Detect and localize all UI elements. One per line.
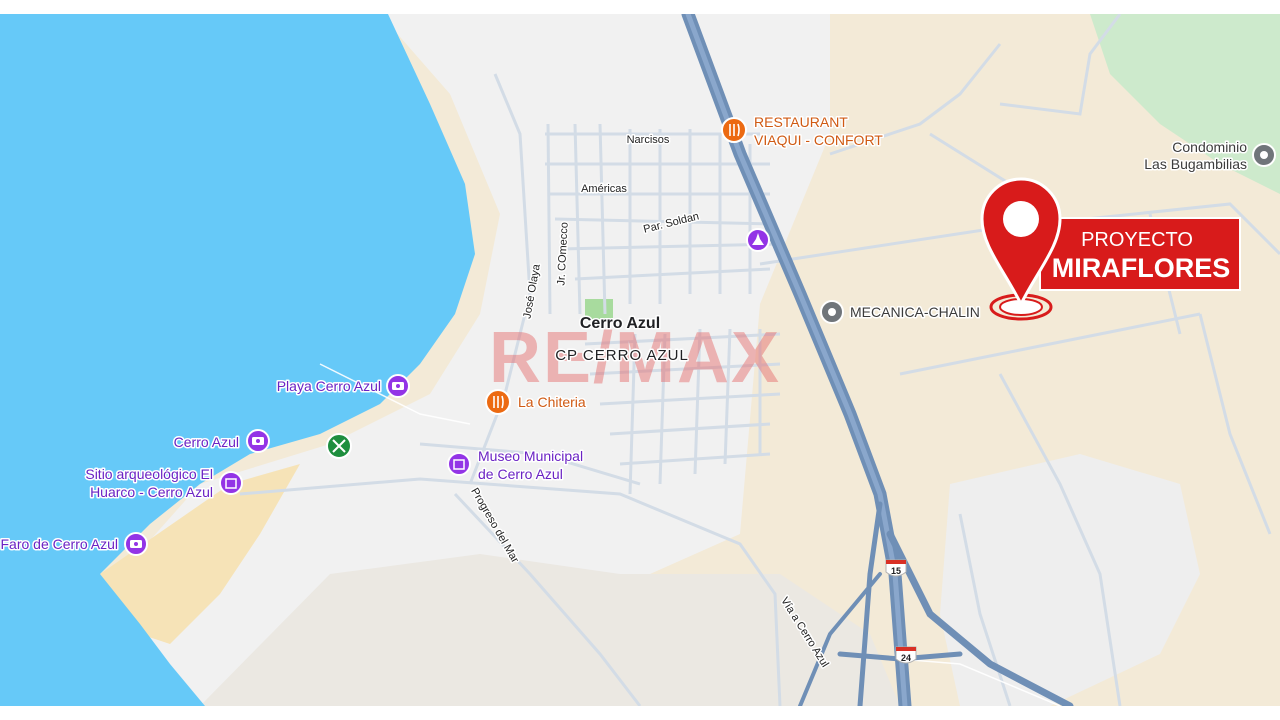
poi-green[interactable] (326, 433, 352, 459)
district-label: CP CERRO AZUL (555, 347, 689, 364)
route-24-shield: 24 (895, 646, 917, 664)
svg-text:MECANICA-CHALIN: MECANICA-CHALIN (850, 304, 980, 320)
svg-text:Museo Municipal: Museo Municipal (478, 448, 583, 464)
svg-text:VIAQUI - CONFORT: VIAQUI - CONFORT (754, 132, 883, 148)
project-label-line1: PROYECTO (1081, 229, 1193, 251)
project-label-line2: MIRAFLORES (1052, 253, 1231, 283)
svg-text:Faro de Cerro Azul: Faro de Cerro Azul (1, 536, 119, 552)
svg-text:de Cerro Azul: de Cerro Azul (478, 466, 563, 482)
svg-text:Las Bugambilias: Las Bugambilias (1144, 156, 1247, 172)
map-view[interactable]: RE/MAX Cerro Azul CP CERRO AZUL Narcisos… (0, 14, 1280, 706)
svg-text:Cerro Azul: Cerro Azul (174, 434, 239, 450)
svg-text:Condominio: Condominio (1172, 139, 1247, 155)
museum-icon (219, 471, 243, 495)
svg-text:24: 24 (901, 653, 911, 663)
poi-monument[interactable] (746, 228, 770, 252)
poi-cerro-azul[interactable]: Cerro Azul (172, 429, 270, 453)
svg-text:Playa Cerro Azul: Playa Cerro Azul (277, 378, 381, 394)
street-americas: Américas (581, 183, 627, 195)
town-label: Cerro Azul (580, 315, 660, 332)
svg-text:Huarco - Cerro Azul: Huarco - Cerro Azul (90, 484, 213, 500)
street-narcisos: Narcisos (627, 134, 670, 146)
poi-playa[interactable]: Playa Cerro Azul (275, 374, 410, 398)
svg-text:RESTAURANT: RESTAURANT (754, 114, 848, 130)
svg-text:15: 15 (891, 566, 901, 576)
svg-text:Sitio arqueológico El: Sitio arqueológico El (85, 466, 213, 482)
route-15-shield: 15 (885, 559, 907, 577)
svg-text:La Chiteria: La Chiteria (518, 394, 586, 410)
museum-icon (447, 452, 471, 476)
